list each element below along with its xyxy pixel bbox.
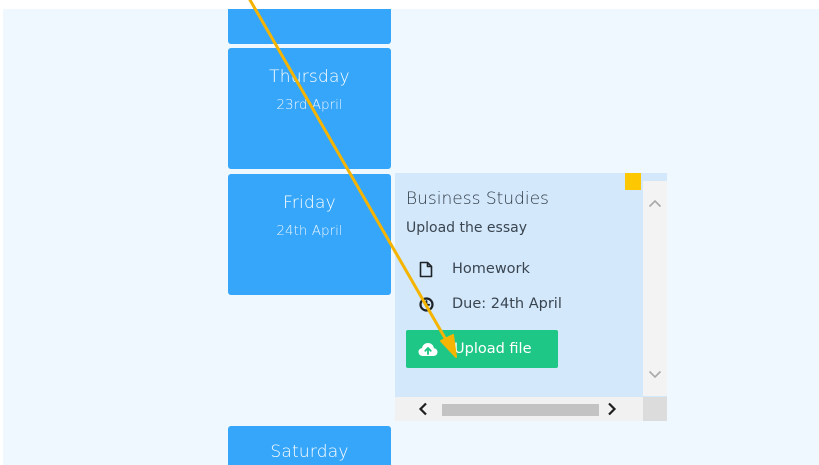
timetable-page: Thursday 23rd April Friday 24th April Sa… (3, 9, 819, 465)
event-content: Business Studies Upload the essay Homewo… (406, 189, 641, 368)
event-due-row: Due: 24th April (406, 295, 641, 313)
upload-file-label: Upload file (454, 341, 532, 357)
chevron-up-icon[interactable] (643, 191, 667, 215)
event-panel: Business Studies Upload the essay Homewo… (395, 173, 667, 421)
day-name: Friday (283, 193, 336, 213)
scrollbar-corner (643, 397, 667, 421)
horizontal-scrollbar[interactable] (395, 397, 667, 421)
event-type: Homework (452, 261, 530, 277)
cloud-upload-icon (418, 341, 438, 357)
event-title: Business Studies (406, 189, 549, 209)
chevron-down-icon[interactable] (643, 362, 667, 386)
document-icon (415, 260, 437, 278)
day-date: 23rd April (276, 97, 343, 113)
day-date: 24th April (276, 223, 343, 239)
day-card-friday[interactable]: Friday 24th April (228, 174, 391, 295)
day-name: Saturday (270, 442, 349, 462)
chevron-right-icon[interactable] (595, 397, 629, 421)
day-card-previous[interactable] (228, 9, 391, 44)
vertical-scrollbar[interactable] (643, 181, 667, 396)
day-card-saturday[interactable]: Saturday (228, 426, 391, 465)
day-card-thursday[interactable]: Thursday 23rd April (228, 48, 391, 169)
subject-color-marker (625, 173, 641, 190)
event-type-row: Homework (406, 260, 641, 278)
horizontal-scroll-thumb[interactable] (442, 404, 599, 416)
upload-file-button[interactable]: Upload file (406, 330, 558, 368)
event-due-date: Due: 24th April (452, 296, 562, 312)
day-name: Thursday (269, 67, 350, 87)
chevron-left-icon[interactable] (406, 397, 440, 421)
clock-icon (415, 295, 437, 313)
event-description: Upload the essay (406, 220, 527, 236)
